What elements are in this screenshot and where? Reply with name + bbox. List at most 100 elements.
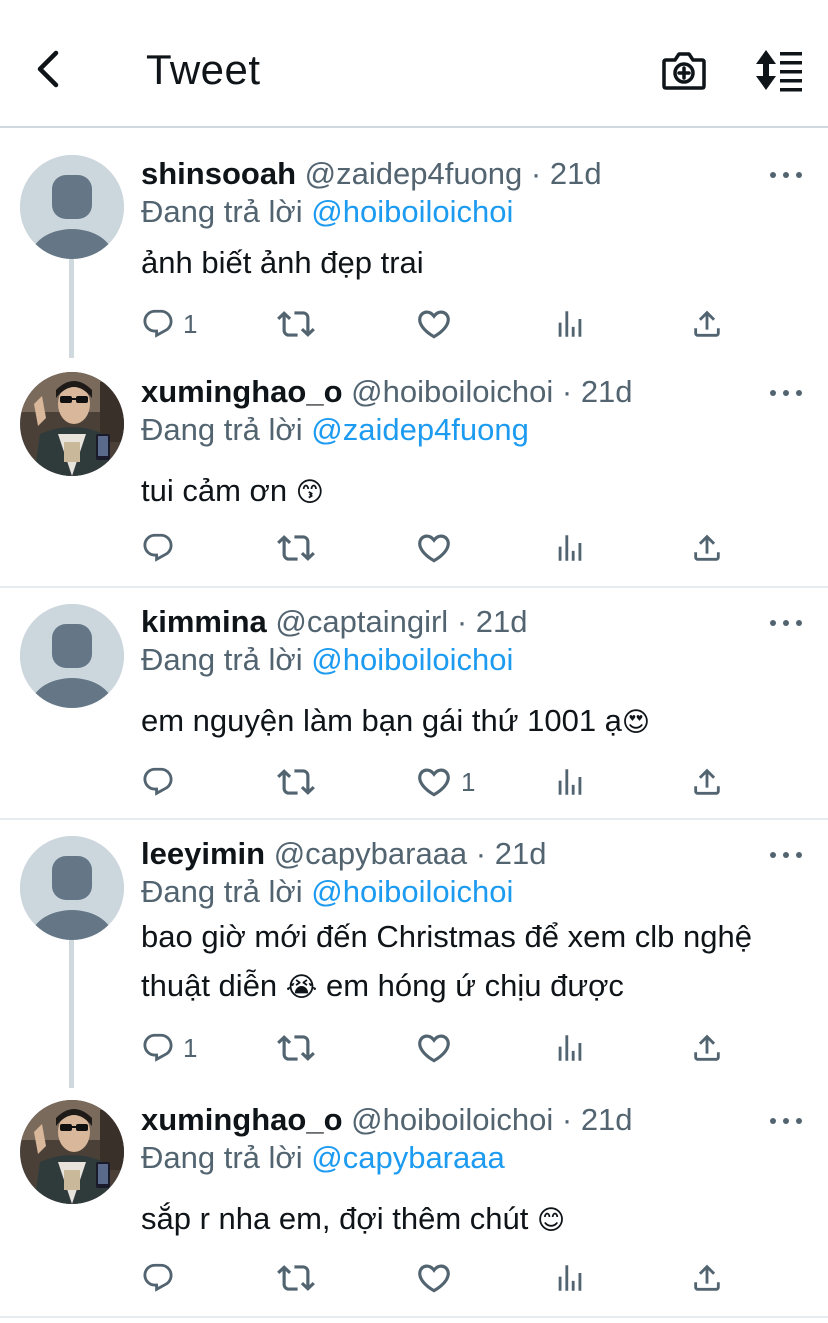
user-handle[interactable]: @captaingirl xyxy=(275,604,448,639)
tweet-header: shinsooah @zaidep4fuong · 21d xyxy=(141,156,602,192)
retweet-button[interactable] xyxy=(277,528,315,568)
retweet-button[interactable] xyxy=(277,1028,315,1068)
like-icon xyxy=(415,763,453,801)
stats-button[interactable] xyxy=(553,762,587,802)
avatar[interactable] xyxy=(20,372,124,476)
tweet-header: leeyimin @capybaraaa · 21d xyxy=(141,836,546,872)
avatar[interactable] xyxy=(20,604,124,708)
retweet-button[interactable] xyxy=(277,304,315,344)
retweet-button[interactable] xyxy=(277,762,315,802)
more-options-button[interactable] xyxy=(770,1114,802,1128)
display-name[interactable]: xuminghao_o xyxy=(141,374,343,409)
reply-button[interactable] xyxy=(141,1258,183,1298)
reply-icon xyxy=(141,531,175,565)
chevron-left-icon xyxy=(37,50,59,88)
separator-dot: · xyxy=(456,604,468,639)
share-icon xyxy=(690,531,724,565)
retweet-button[interactable] xyxy=(277,1258,315,1298)
stats-button[interactable] xyxy=(553,304,587,344)
separator-dot: · xyxy=(561,374,573,409)
back-button[interactable] xyxy=(22,44,72,94)
emoji: 😭 xyxy=(285,972,318,1002)
like-button[interactable] xyxy=(415,1028,461,1068)
replying-to: Đang trả lời @hoiboiloichoi xyxy=(141,194,513,230)
user-handle[interactable]: @zaidep4fuong xyxy=(305,156,523,191)
camera-plus-icon xyxy=(662,52,706,90)
share-button[interactable] xyxy=(690,304,724,344)
top-bar: Tweet xyxy=(0,0,828,128)
share-button[interactable] xyxy=(690,1028,724,1068)
mention-link[interactable]: @hoiboiloichoi xyxy=(311,194,513,229)
reply-count: 1 xyxy=(183,1032,198,1063)
avatar[interactable] xyxy=(20,836,124,940)
like-button[interactable] xyxy=(415,304,461,344)
stats-button[interactable] xyxy=(553,1258,587,1298)
like-button[interactable] xyxy=(415,1258,461,1298)
timestamp[interactable]: 21d xyxy=(581,1102,633,1137)
mention-link[interactable]: @hoiboiloichoi xyxy=(311,874,513,909)
display-name[interactable]: kimmina xyxy=(141,604,267,639)
stats-icon xyxy=(553,765,587,799)
tweet[interactable]: kimmina @captaingirl · 21d Đang trả lời … xyxy=(0,588,828,820)
tweet[interactable]: shinsooah @zaidep4fuong · 21d Đang trả l… xyxy=(0,130,828,358)
display-name[interactable]: shinsooah xyxy=(141,156,296,191)
tweet[interactable]: xuminghao_o @hoiboiloichoi · 21d Đang tr… xyxy=(0,1086,828,1318)
like-icon xyxy=(415,305,453,343)
action-bar xyxy=(141,1258,741,1298)
user-handle[interactable]: @hoiboiloichoi xyxy=(351,1102,553,1137)
timestamp[interactable]: 21d xyxy=(495,836,547,871)
sort-button[interactable] xyxy=(752,46,806,94)
more-options-button[interactable] xyxy=(770,386,802,400)
share-icon xyxy=(690,1261,724,1295)
timestamp[interactable]: 21d xyxy=(476,604,528,639)
avatar[interactable] xyxy=(20,1100,124,1204)
more-options-button[interactable] xyxy=(770,616,802,630)
like-count: 1 xyxy=(461,766,476,797)
tweet-text: em nguyện làm bạn gái thứ 1001 ạ😍 xyxy=(141,696,801,747)
action-bar xyxy=(141,528,741,568)
action-bar: 1 xyxy=(141,1028,741,1068)
replying-to: Đang trả lời @hoiboiloichoi xyxy=(141,642,513,678)
replying-to-label: Đang trả lời xyxy=(141,874,303,909)
reply-button[interactable]: 1 xyxy=(141,304,197,344)
reply-button[interactable] xyxy=(141,528,183,568)
like-icon xyxy=(415,529,453,567)
tweet-text-content: thuật diễn xyxy=(141,968,278,1003)
tweet-text-content: em nguyện làm bạn gái thứ 1001 ạ xyxy=(141,703,622,738)
tweet[interactable]: leeyimin @capybaraaa · 21d Đang trả lời … xyxy=(0,820,828,1088)
share-button[interactable] xyxy=(690,528,724,568)
photo-avatar-icon xyxy=(20,372,124,476)
stats-button[interactable] xyxy=(553,528,587,568)
photo-avatar-icon xyxy=(20,1100,124,1204)
like-button[interactable]: 1 xyxy=(415,762,475,802)
retweet-icon xyxy=(277,529,315,567)
timestamp[interactable]: 21d xyxy=(581,374,633,409)
more-options-button[interactable] xyxy=(770,848,802,862)
tweet-text: ảnh biết ảnh đẹp trai xyxy=(141,238,801,287)
separator-dot: · xyxy=(475,836,487,871)
like-button[interactable] xyxy=(415,528,461,568)
share-button[interactable] xyxy=(690,1258,724,1298)
stats-button[interactable] xyxy=(553,1028,587,1068)
camera-button[interactable] xyxy=(660,46,708,94)
tweet-text-line: thuật diễn 😭 em hóng ứ chịu được xyxy=(141,961,801,1012)
retweet-icon xyxy=(277,1029,315,1067)
default-avatar-icon xyxy=(20,604,124,708)
tweet-text: sắp r nha em, đợi thêm chút 😊 xyxy=(141,1194,801,1245)
mention-link[interactable]: @zaidep4fuong xyxy=(311,412,529,447)
more-options-button[interactable] xyxy=(770,168,802,182)
reply-button[interactable]: 1 xyxy=(141,1028,197,1068)
avatar[interactable] xyxy=(20,155,124,259)
share-button[interactable] xyxy=(690,762,724,802)
timestamp[interactable]: 21d xyxy=(550,156,602,191)
page-title: Tweet xyxy=(146,46,261,93)
user-handle[interactable]: @capybaraaa xyxy=(274,836,467,871)
display-name[interactable]: xuminghao_o xyxy=(141,1102,343,1137)
display-name[interactable]: leeyimin xyxy=(141,836,265,871)
mention-link[interactable]: @capybaraaa xyxy=(311,1140,504,1175)
reply-button[interactable] xyxy=(141,762,183,802)
like-icon xyxy=(415,1259,453,1297)
mention-link[interactable]: @hoiboiloichoi xyxy=(311,642,513,677)
user-handle[interactable]: @hoiboiloichoi xyxy=(351,374,553,409)
tweet[interactable]: xuminghao_o @hoiboiloichoi · 21d Đang tr… xyxy=(0,356,828,588)
